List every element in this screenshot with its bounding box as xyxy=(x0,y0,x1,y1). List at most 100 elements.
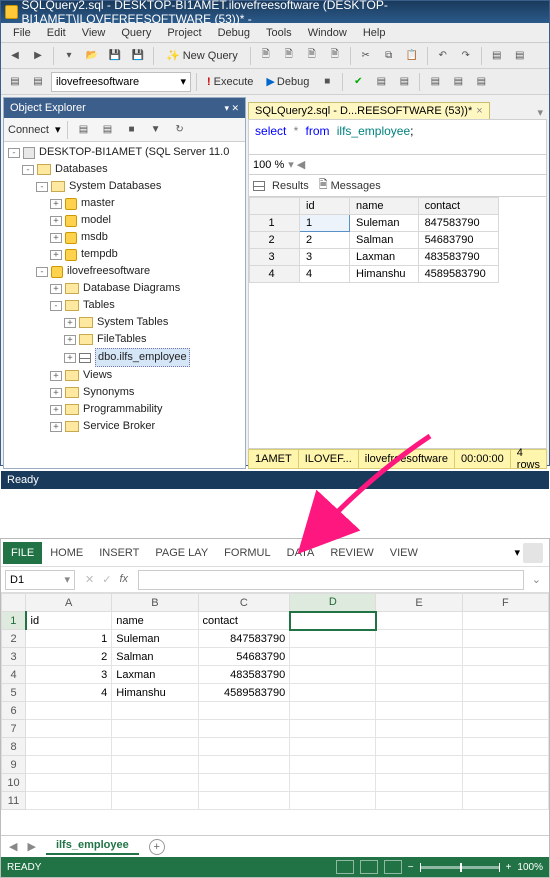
cell[interactable] xyxy=(112,738,198,756)
cell[interactable] xyxy=(26,792,112,810)
cell[interactable] xyxy=(198,792,290,810)
layout-view-icon[interactable] xyxy=(360,860,378,874)
cell[interactable] xyxy=(462,792,548,810)
cell[interactable] xyxy=(26,756,112,774)
cell[interactable]: 483583790 xyxy=(418,249,498,266)
sheet-nav-prev[interactable]: ◀ xyxy=(9,840,17,853)
tb-icon-3[interactable]: 🗎 xyxy=(302,46,322,66)
cell[interactable]: 4589583790 xyxy=(198,684,290,702)
col-header[interactable]: A xyxy=(26,594,112,612)
cell[interactable] xyxy=(462,612,548,630)
ribbon-file[interactable]: FILE xyxy=(3,542,42,564)
cell[interactable] xyxy=(198,738,290,756)
nav-fwd-icon[interactable]: ▶ xyxy=(28,46,48,66)
menu-debug[interactable]: Debug xyxy=(210,27,258,39)
normal-view-icon[interactable] xyxy=(336,860,354,874)
cell[interactable] xyxy=(290,648,376,666)
res-text-icon[interactable]: ▤ xyxy=(425,72,445,92)
cell[interactable]: 483583790 xyxy=(198,666,290,684)
chevron-down-icon[interactable]: ▾ xyxy=(514,546,520,559)
cell[interactable] xyxy=(290,774,376,792)
cell[interactable] xyxy=(376,666,462,684)
msdb-node[interactable]: msdb xyxy=(81,229,108,246)
ribbon-insert[interactable]: INSERT xyxy=(91,542,147,564)
row-header[interactable]: 6 xyxy=(2,702,26,720)
cell[interactable] xyxy=(462,666,548,684)
tables-node[interactable]: Tables xyxy=(83,297,115,314)
refresh-icon[interactable]: ↻ xyxy=(170,120,190,140)
res-file-icon[interactable]: ▤ xyxy=(471,72,491,92)
row-header[interactable]: 1 xyxy=(2,612,26,630)
zoom-slider[interactable] xyxy=(420,866,500,869)
cut-icon[interactable]: ✂ xyxy=(356,46,376,66)
cell[interactable]: 2 xyxy=(26,648,112,666)
cell[interactable] xyxy=(198,702,290,720)
cell[interactable]: 847583790 xyxy=(418,215,498,232)
zoom-value[interactable]: 100 % xyxy=(253,159,284,171)
cell[interactable] xyxy=(290,720,376,738)
prog-node[interactable]: Programmability xyxy=(83,401,162,418)
synonyms-node[interactable]: Synonyms xyxy=(83,384,134,401)
sheet-area[interactable]: A B C D E F 1idnamecontact21Suleman84758… xyxy=(1,593,549,835)
sheet-tab[interactable]: ilfs_employee xyxy=(46,839,139,855)
cell[interactable] xyxy=(462,684,548,702)
tb-icon-1[interactable]: 🗎 xyxy=(256,46,276,66)
databases-node[interactable]: Databases xyxy=(55,161,108,178)
parse-icon[interactable]: ✔ xyxy=(348,72,368,92)
stop-icon[interactable]: ■ xyxy=(317,72,337,92)
menu-edit[interactable]: Edit xyxy=(39,27,74,39)
cell[interactable] xyxy=(376,738,462,756)
cell[interactable] xyxy=(462,756,548,774)
cell[interactable] xyxy=(290,684,376,702)
cell[interactable] xyxy=(376,684,462,702)
cell[interactable]: Salman xyxy=(350,232,419,249)
tab-dropdown-icon[interactable]: ▾ xyxy=(533,106,547,119)
row-header[interactable]: 7 xyxy=(2,720,26,738)
pin-icon[interactable]: ▾ ✕ xyxy=(224,103,239,114)
cell[interactable] xyxy=(462,720,548,738)
object-tree[interactable]: -DESKTOP-BI1AMET (SQL Server 11.0 -Datab… xyxy=(4,142,245,468)
cell[interactable] xyxy=(290,612,376,630)
messages-tab[interactable]: 🗎Messages xyxy=(319,176,381,195)
cell[interactable] xyxy=(290,756,376,774)
cell[interactable] xyxy=(376,612,462,630)
filter-icon[interactable]: ▼ xyxy=(146,120,166,140)
opts-icon[interactable]: ▤ xyxy=(394,72,414,92)
change-conn-icon[interactable]: ▤ xyxy=(28,72,48,92)
cell[interactable] xyxy=(26,702,112,720)
cell[interactable] xyxy=(290,738,376,756)
svcbroker-node[interactable]: Service Broker xyxy=(83,418,155,435)
systables-node[interactable]: System Tables xyxy=(97,314,168,331)
cell[interactable] xyxy=(198,774,290,792)
cell[interactable] xyxy=(112,774,198,792)
open-file-icon[interactable]: 📂 xyxy=(82,46,102,66)
row-header[interactable]: 10 xyxy=(2,774,26,792)
cell[interactable]: 4589583790 xyxy=(418,266,498,283)
cell[interactable] xyxy=(290,630,376,648)
menu-tools[interactable]: Tools xyxy=(258,27,300,39)
col-header[interactable]: D xyxy=(290,594,376,612)
cell[interactable] xyxy=(376,756,462,774)
db-icon[interactable]: ▤ xyxy=(5,72,25,92)
ribbon-formulas[interactable]: FORMUL xyxy=(216,542,278,564)
doc-tab[interactable]: SQLQuery2.sql - D...REESOFTWARE (53))* × xyxy=(248,102,490,119)
col-header[interactable]: F xyxy=(462,594,548,612)
tb-icon-6[interactable]: ▤ xyxy=(510,46,530,66)
nav-back-icon[interactable]: ◀ xyxy=(5,46,25,66)
results-grid[interactable]: idnamecontact 11Suleman847583790 22Salma… xyxy=(248,197,547,449)
menu-query[interactable]: Query xyxy=(113,27,159,39)
cell[interactable]: Salman xyxy=(112,648,198,666)
redo-icon[interactable]: ↷ xyxy=(456,46,476,66)
row-header[interactable]: 3 xyxy=(2,648,26,666)
menu-view[interactable]: View xyxy=(74,27,114,39)
select-all[interactable] xyxy=(2,594,26,612)
cell[interactable]: id xyxy=(26,612,112,630)
user-avatar[interactable] xyxy=(523,543,543,563)
cell[interactable]: name xyxy=(112,612,198,630)
row-header[interactable]: 9 xyxy=(2,756,26,774)
cell[interactable] xyxy=(26,774,112,792)
tempdb-node[interactable]: tempdb xyxy=(81,246,118,263)
tb-icon-4[interactable]: 🗎 xyxy=(325,46,345,66)
cell[interactable] xyxy=(26,738,112,756)
connect-icon[interactable]: ▤ xyxy=(74,120,94,140)
